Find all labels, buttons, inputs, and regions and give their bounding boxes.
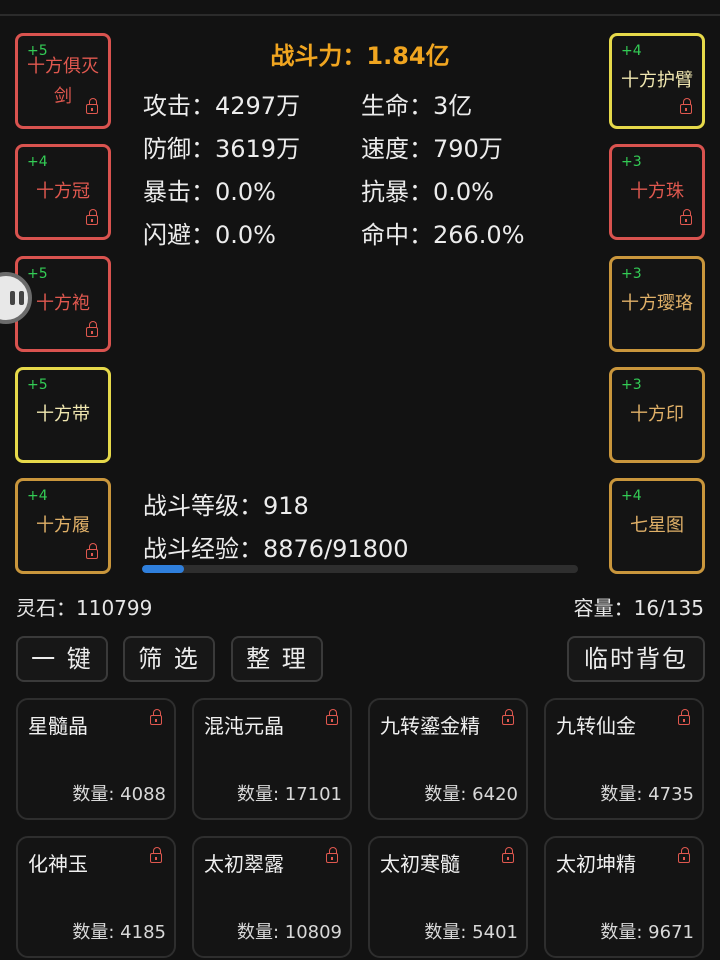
stat-hp: 生命：3亿 [361, 92, 473, 120]
stat-defense: 防御：3619万 [143, 135, 301, 163]
equip-name: 十方带 [36, 404, 90, 425]
equip-slot-bracer[interactable]: +4 十方护臂 [609, 33, 705, 129]
equip-name: 十方璎珞 [621, 293, 693, 314]
bag-capacity: 容量：16/135 [573, 596, 704, 620]
stat-dodge: 闪避：0.0% [143, 221, 276, 249]
sort-button[interactable]: 整 理 [231, 636, 323, 682]
item-quantity: 数量: 10809 [236, 922, 342, 943]
enhance-level: +3 [621, 377, 642, 393]
exp-progress-bar [142, 565, 578, 573]
enhance-level: +4 [621, 43, 642, 59]
combat-power: 战斗力：1.84亿 [230, 36, 490, 71]
lock-icon [326, 847, 338, 863]
lock-icon [326, 709, 338, 725]
item-quantity: 数量: 4735 [600, 784, 694, 805]
top-divider [0, 14, 720, 16]
item-card[interactable]: 化神玉 数量: 4185 [16, 836, 176, 958]
combat-power-value: 1.84亿 [366, 42, 450, 70]
item-card[interactable]: 九转仙金 数量: 4735 [544, 698, 704, 820]
item-quantity: 数量: 9671 [600, 922, 694, 943]
lock-icon [86, 209, 98, 225]
item-name: 混沌元晶 [204, 714, 284, 738]
combat-power-label: 战斗力： [270, 42, 367, 70]
item-quantity: 数量: 17101 [236, 784, 342, 805]
battle-exp: 战斗经验：8876/91800 [143, 535, 409, 563]
item-card[interactable]: 星髓晶 数量: 4088 [16, 698, 176, 820]
equip-name: 十方冠 [36, 181, 90, 202]
enhance-level: +4 [27, 488, 48, 504]
lock-icon [86, 98, 98, 114]
enhance-level: +3 [621, 154, 642, 170]
stat-anti-crit: 抗暴：0.0% [361, 178, 494, 206]
equip-slot-weapon[interactable]: +5 十方俱灭剑 [15, 33, 111, 129]
stat-speed: 速度：790万 [361, 135, 503, 163]
one-key-button[interactable]: 一 键 [16, 636, 108, 682]
exp-progress-fill [142, 565, 185, 573]
lock-icon [678, 847, 690, 863]
item-name: 九转仙金 [556, 714, 636, 738]
stat-hit: 命中：266.0% [361, 221, 525, 249]
equip-slot-necklace[interactable]: +3 十方璎珞 [609, 256, 705, 352]
item-card[interactable]: 混沌元晶 数量: 17101 [192, 698, 352, 820]
spirit-stones: 灵石：110799 [16, 596, 153, 620]
battle-level: 战斗等级：918 [143, 492, 309, 520]
lock-icon [678, 709, 690, 725]
item-name: 星髓晶 [28, 714, 88, 738]
lock-icon [502, 847, 514, 863]
equip-slot-belt[interactable]: +5 十方带 [15, 367, 111, 463]
lock-icon [86, 543, 98, 559]
enhance-level: +5 [27, 377, 48, 393]
lock-icon [502, 709, 514, 725]
lock-icon [86, 321, 98, 337]
item-quantity: 数量: 4088 [72, 784, 166, 805]
lock-icon [680, 209, 692, 225]
item-quantity: 数量: 4185 [72, 922, 166, 943]
equip-slot-seal[interactable]: +3 十方印 [609, 367, 705, 463]
item-card[interactable]: 九转鎏金精 数量: 6420 [368, 698, 528, 820]
enhance-level: +4 [27, 154, 48, 170]
equip-name: 十方护臂 [621, 70, 693, 91]
lock-icon [150, 709, 162, 725]
equip-slot-crown[interactable]: +4 十方冠 [15, 144, 111, 240]
equip-name: 十方袍 [36, 293, 90, 314]
item-card[interactable]: 太初寒髓 数量: 5401 [368, 836, 528, 958]
item-card[interactable]: 太初坤精 数量: 9671 [544, 836, 704, 958]
equip-slot-boots[interactable]: +4 十方履 [15, 478, 111, 574]
equip-name: 十方珠 [630, 181, 684, 202]
lock-icon [680, 98, 692, 114]
item-quantity: 数量: 6420 [424, 784, 518, 805]
equip-slot-pearl[interactable]: +3 十方珠 [609, 144, 705, 240]
item-name: 太初翠露 [204, 852, 284, 876]
enhance-level: +3 [621, 266, 642, 282]
item-quantity: 数量: 5401 [424, 922, 518, 943]
filter-button[interactable]: 筛 选 [123, 636, 215, 682]
enhance-level: +5 [27, 266, 48, 282]
item-name: 太初坤精 [556, 852, 636, 876]
equip-name: 十方履 [36, 515, 90, 536]
equip-name: 十方印 [630, 404, 684, 425]
item-name: 化神玉 [28, 852, 88, 876]
stat-crit: 暴击：0.0% [143, 178, 276, 206]
item-card[interactable]: 太初翠露 数量: 10809 [192, 836, 352, 958]
equip-name: 七星图 [630, 515, 684, 536]
stat-attack: 攻击：4297万 [143, 92, 301, 120]
item-name: 太初寒髓 [380, 852, 460, 876]
equip-slot-chart[interactable]: +4 七星图 [609, 478, 705, 574]
lock-icon [150, 847, 162, 863]
item-name: 九转鎏金精 [380, 714, 480, 738]
temp-bag-button[interactable]: 临时背包 [567, 636, 705, 682]
enhance-level: +4 [621, 488, 642, 504]
